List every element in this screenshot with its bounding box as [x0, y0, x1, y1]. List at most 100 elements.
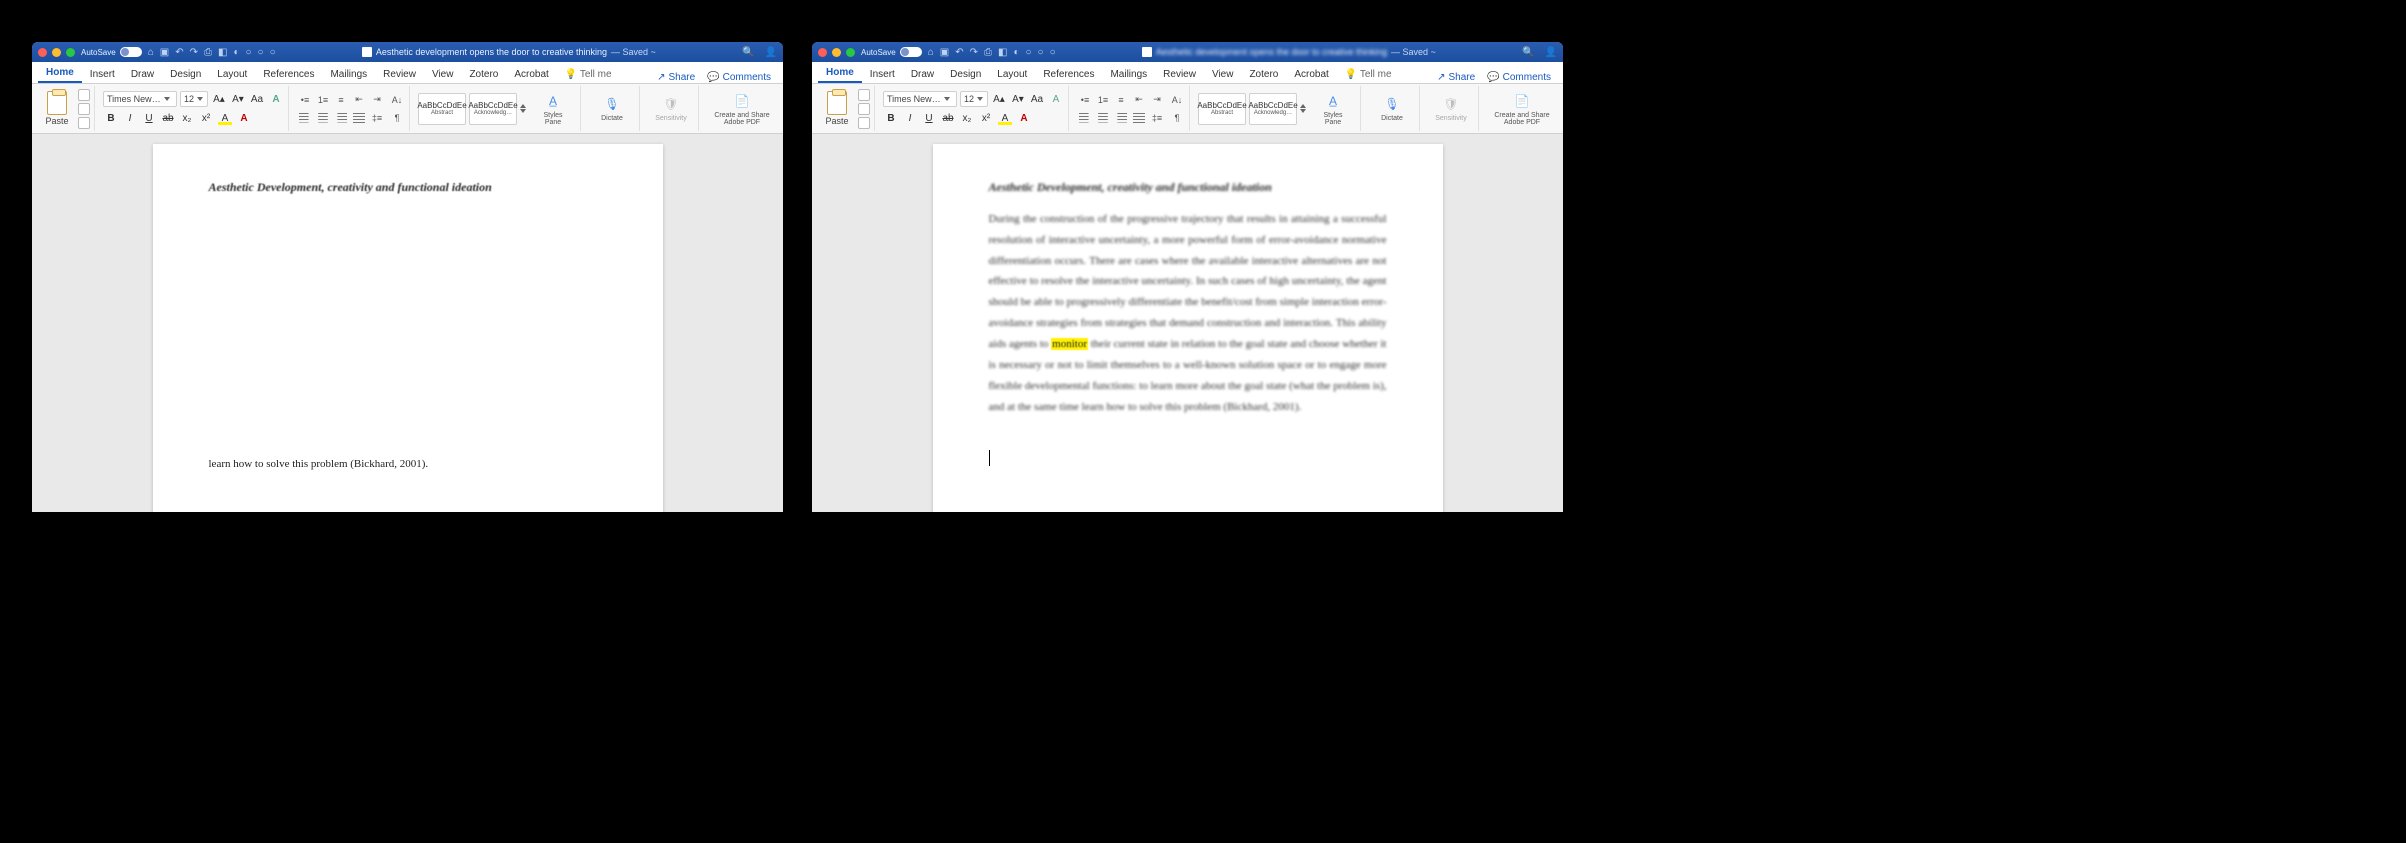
tab-review[interactable]: Review	[375, 65, 424, 83]
tab-view[interactable]: View	[1204, 65, 1242, 83]
font-size-select[interactable]: 12	[960, 91, 988, 107]
comments-button[interactable]: 💬 Comments	[1481, 72, 1557, 83]
page[interactable]: Aesthetic Development, creativity and fu…	[933, 144, 1443, 512]
tab-references[interactable]: References	[1035, 65, 1102, 83]
minimize-icon[interactable]	[832, 48, 841, 57]
close-icon[interactable]	[38, 48, 47, 57]
sensitivity-button[interactable]: 🛡Sensitivity	[648, 95, 694, 122]
document-area[interactable]: Aesthetic Development, creativity and fu…	[32, 134, 783, 512]
search-icon[interactable]: 🔍	[742, 47, 754, 58]
style-ack[interactable]: AaBbCcDdEeAcknowledg…	[469, 93, 517, 125]
paste-button[interactable]: Paste	[40, 91, 74, 126]
style-abstract[interactable]: AaBbCcDdEeAbstract	[1198, 93, 1246, 125]
style-abstract[interactable]: AaBbCcDdEeAbstract	[418, 93, 466, 125]
comments-button[interactable]: 💬 Comments	[701, 72, 777, 83]
format-painter-icon[interactable]	[858, 117, 870, 129]
justify-icon[interactable]	[1131, 110, 1147, 126]
document-area[interactable]: Aesthetic Development, creativity and fu…	[812, 134, 1563, 512]
sort-icon[interactable]: A↓	[1169, 92, 1185, 108]
user-icon[interactable]: 👤	[765, 47, 777, 58]
tab-layout[interactable]: Layout	[209, 65, 255, 83]
align-left-icon[interactable]	[1077, 110, 1093, 126]
bullets-icon[interactable]: •≡	[297, 92, 313, 108]
grow-font-icon[interactable]: A▴	[211, 91, 227, 107]
italic-button[interactable]: I	[122, 110, 138, 126]
undo-icon[interactable]: ↶	[955, 47, 963, 58]
tab-draw[interactable]: Draw	[903, 65, 942, 83]
clear-format-icon[interactable]: A	[268, 91, 284, 107]
indent-icon[interactable]: ⇥	[1149, 92, 1165, 108]
tab-home[interactable]: Home	[38, 63, 82, 83]
chevron-down-icon[interactable]	[520, 109, 526, 113]
home-icon[interactable]: ⌂	[148, 47, 154, 58]
paste-button[interactable]: Paste	[820, 91, 854, 126]
chevron-up-icon[interactable]	[1300, 104, 1306, 108]
align-right-icon[interactable]	[1113, 110, 1129, 126]
user-icon[interactable]: 👤	[1545, 47, 1557, 58]
share-button[interactable]: ↗ Share	[1431, 72, 1481, 83]
request-signatures-button[interactable]: ✍Request Signatures	[1561, 92, 1563, 126]
grow-font-icon[interactable]: A▴	[991, 91, 1007, 107]
superscript-button[interactable]: x²	[198, 110, 214, 126]
justify-icon[interactable]	[351, 110, 367, 126]
print-icon[interactable]: ⎙	[204, 47, 212, 58]
multilevel-icon[interactable]: ≡	[333, 92, 349, 108]
bullets-icon[interactable]: •≡	[1077, 92, 1093, 108]
copy-icon[interactable]	[78, 103, 90, 115]
tab-home[interactable]: Home	[818, 63, 862, 83]
sort-icon[interactable]: A↓	[389, 92, 405, 108]
underline-button[interactable]: U	[141, 110, 157, 126]
bold-button[interactable]: B	[883, 110, 899, 126]
numbering-icon[interactable]: 1≡	[315, 92, 331, 108]
zoom-icon[interactable]	[66, 48, 75, 57]
underline-button[interactable]: U	[921, 110, 937, 126]
tab-insert[interactable]: Insert	[862, 65, 903, 83]
styles-pane-button[interactable]: A̲Styles Pane	[1310, 92, 1356, 126]
font-size-select[interactable]: 12	[180, 91, 208, 107]
autosave-toggle[interactable]: AutoSave	[861, 47, 922, 57]
strike-button[interactable]: ab	[160, 110, 176, 126]
clear-format-icon[interactable]: A	[1048, 91, 1064, 107]
tab-acrobat[interactable]: Acrobat	[1286, 65, 1336, 83]
qat-icon[interactable]: ○	[1038, 47, 1044, 58]
tab-mailings[interactable]: Mailings	[322, 65, 375, 83]
qat-icon[interactable]: ○	[1050, 47, 1056, 58]
dictate-button[interactable]: 🎙Dictate	[589, 95, 635, 122]
line-spacing-icon[interactable]: ‡≡	[369, 110, 385, 126]
font-name-select[interactable]: Times New…	[883, 91, 957, 107]
undo-icon[interactable]: ↶	[175, 47, 183, 58]
cut-icon[interactable]	[858, 89, 870, 101]
autosave-toggle[interactable]: AutoSave	[81, 47, 142, 57]
change-case-icon[interactable]: Aa	[1029, 91, 1045, 107]
qat-icon[interactable]: ◧	[998, 47, 1007, 58]
share-button[interactable]: ↗ Share	[651, 72, 701, 83]
align-right-icon[interactable]	[333, 110, 349, 126]
tell-me[interactable]: 💡 Tell me	[1337, 65, 1400, 83]
tab-acrobat[interactable]: Acrobat	[506, 65, 556, 83]
outdent-icon[interactable]: ⇤	[351, 92, 367, 108]
italic-button[interactable]: I	[902, 110, 918, 126]
bold-button[interactable]: B	[103, 110, 119, 126]
align-left-icon[interactable]	[297, 110, 313, 126]
tab-view[interactable]: View	[424, 65, 462, 83]
qat-icon[interactable]: ○	[1025, 47, 1031, 58]
dictate-button[interactable]: 🎙Dictate	[1369, 95, 1415, 122]
indent-icon[interactable]: ⇥	[369, 92, 385, 108]
create-share-pdf-button[interactable]: 📄Create and Share Adobe PDF	[1487, 92, 1557, 126]
chevron-up-icon[interactable]	[520, 104, 526, 108]
page[interactable]: Aesthetic Development, creativity and fu…	[153, 144, 663, 512]
search-icon[interactable]: 🔍	[1522, 47, 1534, 58]
tab-references[interactable]: References	[255, 65, 322, 83]
tab-design[interactable]: Design	[162, 65, 209, 83]
redo-icon[interactable]: ↷	[970, 47, 978, 58]
change-case-icon[interactable]: Aa	[249, 91, 265, 107]
home-icon[interactable]: ⌂	[928, 47, 934, 58]
tab-insert[interactable]: Insert	[82, 65, 123, 83]
tab-zotero[interactable]: Zotero	[461, 65, 506, 83]
shrink-font-icon[interactable]: A▾	[1010, 91, 1026, 107]
tab-design[interactable]: Design	[942, 65, 989, 83]
tab-draw[interactable]: Draw	[123, 65, 162, 83]
sensitivity-button[interactable]: 🛡Sensitivity	[1428, 95, 1474, 122]
font-color-button[interactable]: A	[1016, 110, 1032, 126]
switch-icon[interactable]	[900, 47, 922, 57]
